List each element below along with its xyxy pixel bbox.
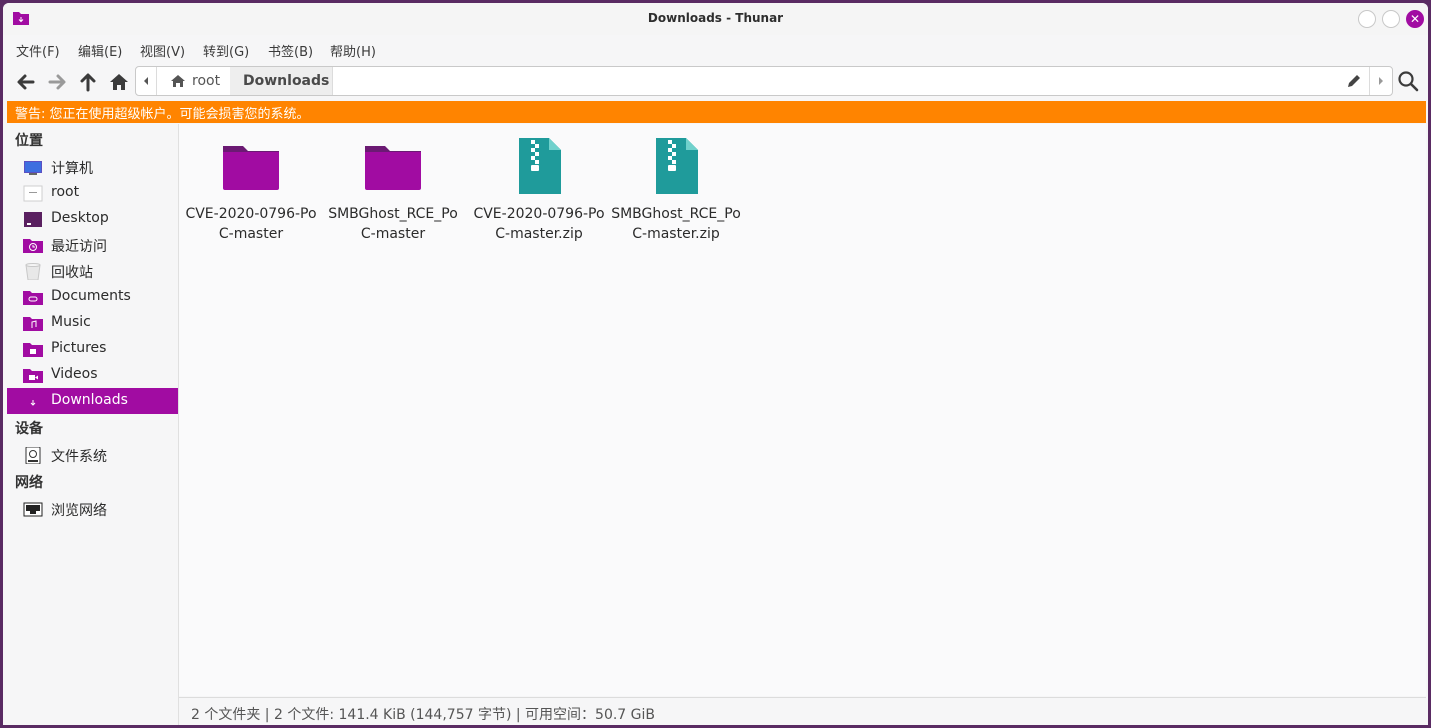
root-warning-bar: 警告: 您正在使用超级帐户。可能会损害您的系统。 <box>7 101 1426 123</box>
sidebar-item-pictures[interactable]: Pictures <box>7 336 178 362</box>
file-item[interactable]: SMBGhost_RCE_PoC-master <box>325 134 461 244</box>
back-arrow-icon[interactable] <box>13 69 39 95</box>
sidebar-item-label: 计算机 <box>51 161 93 177</box>
folder-icon <box>223 146 279 190</box>
maximize-button[interactable] <box>1382 10 1400 28</box>
sidebar-item-filesystem[interactable]: 文件系统 <box>7 442 178 468</box>
up-arrow-icon[interactable] <box>75 69 101 95</box>
breadcrumb-root-label: root <box>192 73 221 89</box>
edit-pencil-icon[interactable] <box>1346 73 1362 89</box>
sidebar-item-browse-network[interactable]: 浏览网络 <box>7 496 178 522</box>
documents-folder-icon <box>23 291 43 305</box>
file-name: SMBGhost_RCE_PoC-master.zip <box>611 206 741 242</box>
sidebar-item-label: root <box>51 184 80 200</box>
sidebar-item-label: Pictures <box>51 340 107 356</box>
downloads-folder-icon <box>23 395 43 409</box>
sidebar: 位置 计算机 root Desktop 最近访问 回收站 Documents M… <box>7 124 179 725</box>
desktop-icon <box>24 212 42 227</box>
status-bar: 2 个文件夹 | 2 个文件: 141.4 KiB (144,757 字节) |… <box>179 697 1426 725</box>
sidebar-item-videos[interactable]: Videos <box>7 362 178 388</box>
zip-archive-icon <box>656 138 698 194</box>
trash-icon <box>25 263 41 280</box>
file-name: CVE-2020-0796-PoC-master.zip <box>473 206 605 242</box>
menu-file[interactable]: 文件(F) <box>16 41 60 60</box>
network-icon <box>23 502 43 517</box>
computer-icon <box>24 161 42 175</box>
breadcrumb-current-label: Downloads <box>243 73 330 89</box>
toolbar: root Downloads <box>3 63 1428 101</box>
forward-arrow-icon[interactable] <box>44 69 70 95</box>
status-text: 2 个文件夹 | 2 个文件: 141.4 KiB (144,757 字节) |… <box>191 707 656 723</box>
sidebar-item-desktop[interactable]: Desktop <box>7 206 178 232</box>
sidebar-item-label: Desktop <box>51 210 109 226</box>
pictures-folder-icon <box>23 343 43 357</box>
file-item[interactable]: CVE-2020-0796-PoC-master.zip <box>471 134 607 244</box>
breadcrumb-downloads[interactable]: Downloads <box>230 67 333 95</box>
pathbar-scroll-left[interactable] <box>136 67 157 95</box>
menu-help[interactable]: 帮助(H) <box>330 41 376 60</box>
sidebar-section-places: 位置 <box>15 133 43 149</box>
sidebar-item-root[interactable]: root <box>7 180 178 206</box>
location-bar: root Downloads <box>135 66 1393 96</box>
sidebar-item-label: Videos <box>51 366 98 382</box>
chevron-right-icon <box>1379 77 1383 85</box>
sidebar-item-music[interactable]: Music <box>7 310 178 336</box>
sidebar-item-label: 文件系统 <box>51 449 107 465</box>
title-bar: Downloads - Thunar ✕ <box>3 3 1428 35</box>
videos-folder-icon <box>23 369 43 383</box>
sidebar-item-computer[interactable]: 计算机 <box>7 154 178 180</box>
home-icon <box>171 75 185 87</box>
menu-view[interactable]: 视图(V) <box>140 41 185 60</box>
menu-bar: 文件(F) 编辑(E) 视图(V) 转到(G) 书签(B) 帮助(H) <box>3 36 1428 62</box>
home-icon[interactable] <box>106 69 132 95</box>
sidebar-item-label: 浏览网络 <box>51 503 107 519</box>
warning-text: 警告: 您正在使用超级帐户。可能会损害您的系统。 <box>15 107 310 122</box>
sidebar-item-recent[interactable]: 最近访问 <box>7 232 178 258</box>
menu-edit[interactable]: 编辑(E) <box>78 41 122 60</box>
sidebar-item-label: Music <box>51 314 91 330</box>
menu-bookmarks[interactable]: 书签(B) <box>268 41 313 60</box>
home-folder-icon <box>23 185 43 202</box>
breadcrumb-root[interactable]: root <box>156 67 231 95</box>
recent-icon <box>23 239 43 253</box>
sidebar-item-label: Documents <box>51 288 131 304</box>
sidebar-section-network: 网络 <box>15 475 43 491</box>
sidebar-item-documents[interactable]: Documents <box>7 284 178 310</box>
sidebar-section-devices: 设备 <box>15 421 43 437</box>
sidebar-item-downloads[interactable]: Downloads <box>7 388 178 414</box>
chevron-left-icon <box>144 77 148 85</box>
search-icon[interactable] <box>1395 68 1421 94</box>
sidebar-item-label: 最近访问 <box>51 239 107 255</box>
sidebar-item-label: Downloads <box>51 392 128 408</box>
close-icon: ✕ <box>1409 12 1421 26</box>
minimize-button[interactable] <box>1358 10 1376 28</box>
file-name: CVE-2020-0796-PoC-master <box>185 206 317 242</box>
pathbar-scroll-right[interactable] <box>1369 67 1392 95</box>
menu-go[interactable]: 转到(G) <box>203 41 249 60</box>
music-folder-icon <box>23 317 43 331</box>
drive-icon <box>25 447 41 464</box>
file-item[interactable]: CVE-2020-0796-PoC-master <box>183 134 319 244</box>
sidebar-item-label: 回收站 <box>51 265 93 281</box>
close-button[interactable]: ✕ <box>1406 10 1424 28</box>
thunar-window: Downloads - Thunar ✕ 文件(F) 编辑(E) 视图(V) 转… <box>3 3 1428 725</box>
file-item[interactable]: SMBGhost_RCE_PoC-master.zip <box>608 134 744 244</box>
file-name: SMBGhost_RCE_PoC-master <box>328 206 458 242</box>
file-view: CVE-2020-0796-PoC-master SMBGhost_RCE_Po… <box>179 124 1426 696</box>
sidebar-item-trash[interactable]: 回收站 <box>7 258 178 284</box>
window-title: Downloads - Thunar <box>647 11 784 25</box>
folder-icon <box>365 146 421 190</box>
zip-archive-icon <box>519 138 561 194</box>
